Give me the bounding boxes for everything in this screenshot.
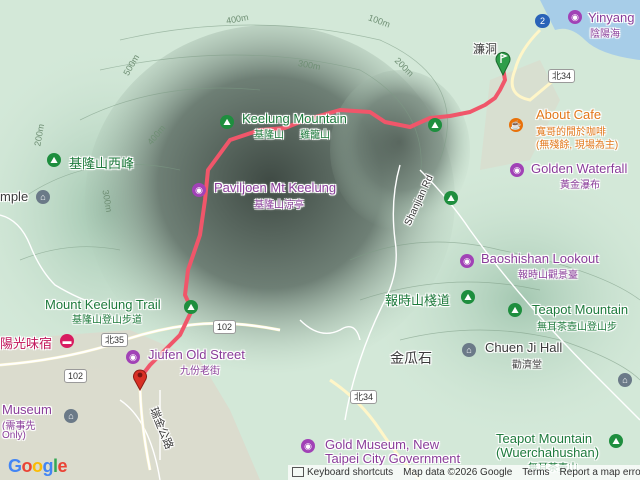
- camera-icon[interactable]: ◉: [510, 163, 524, 177]
- coffee-icon[interactable]: ☕: [509, 118, 523, 132]
- poi-teapot-mountain[interactable]: Teapot Mountain: [532, 302, 628, 317]
- poi-keelung-mountain-zh: 雞籠山: [300, 130, 330, 141]
- poi-temple-partial[interactable]: mple: [0, 189, 28, 204]
- poi-teapot-wuer[interactable]: Teapot Mountain: [496, 431, 592, 446]
- poi-pavilion-zh: 基隆山涼亭: [254, 200, 304, 211]
- terrain-layer: [0, 0, 640, 480]
- poi-baoshishan-trail[interactable]: 報時山棧道: [385, 290, 450, 309]
- keyboard-shortcuts-link[interactable]: Keyboard shortcuts: [292, 467, 393, 478]
- poi-chuen-ji-hall[interactable]: Chuen Ji Hall: [485, 340, 562, 355]
- camera-icon[interactable]: ◉: [460, 254, 474, 268]
- museum-icon[interactable]: ⌂: [64, 409, 78, 423]
- google-logo: Google: [8, 456, 68, 476]
- place-jinguashi[interactable]: 金瓜石: [390, 348, 432, 368]
- poi-museum-left[interactable]: Museum: [2, 402, 52, 417]
- camera-icon[interactable]: ◉: [568, 10, 582, 24]
- hiker-icon[interactable]: ⛰: [444, 191, 458, 205]
- red-location-pin-icon[interactable]: [132, 367, 148, 391]
- hiker-icon[interactable]: ⛰: [47, 153, 61, 167]
- poi-mount-keelung-trail-zh: 基隆山登山步道: [72, 315, 142, 326]
- poi-yinyang-zh: 陰陽海: [590, 29, 620, 40]
- poi-keelung-mountain[interactable]: Keelung Mountain: [242, 111, 347, 126]
- hiker-icon[interactable]: ⛰: [508, 303, 522, 317]
- poi-about-cafe[interactable]: About Cafe: [536, 107, 601, 122]
- route-2-shield: 2: [535, 14, 551, 28]
- hiker-icon[interactable]: ⛰: [428, 118, 442, 132]
- map-data-attribution: Map data ©2026 Google: [403, 467, 513, 478]
- map-canvas[interactable]: 100m 200m 300m 400m 500m 200m 300m 400m …: [0, 0, 640, 480]
- poi-keelung-mountain-zh-partial: 基隆山: [254, 130, 284, 141]
- poi-teapot-mountain-zh: 無耳茶壺山登山步: [537, 322, 617, 333]
- poi-museum-left-sub: Only): [2, 430, 26, 441]
- hiker-icon[interactable]: ⛰: [461, 290, 475, 304]
- landmark-icon[interactable]: ⌂: [462, 343, 476, 357]
- poi-gold-museum-line2: Taipei City Government: [325, 451, 461, 466]
- poi-jiufen-old-street-zh: 九份老街: [180, 366, 220, 377]
- keyboard-shortcuts-label: Keyboard shortcuts: [307, 467, 394, 478]
- landmark-icon[interactable]: ⌂: [618, 373, 632, 387]
- poi-jiufen-old-street[interactable]: Jiufen Old Street: [148, 347, 245, 362]
- camera-icon[interactable]: ◉: [126, 350, 140, 364]
- poi-teapot-wuer-line2: (Wuerchahushan): [496, 445, 600, 460]
- map-footer: Keyboard shortcuts Map data ©2026 Google…: [288, 465, 640, 480]
- poi-yang-guang[interactable]: 陽光味宿: [0, 333, 52, 352]
- keyboard-icon: [292, 467, 304, 478]
- bed-icon[interactable]: ▬: [60, 334, 74, 348]
- hiker-icon[interactable]: ⛰: [184, 300, 198, 314]
- road-shield-102: 102: [213, 320, 237, 334]
- road-shield-north34: 北34: [350, 390, 378, 404]
- report-map-error-link[interactable]: Report a map error: [560, 467, 640, 478]
- poi-yinyang[interactable]: Yinyang: [588, 10, 635, 25]
- poi-baoshishan-zh: 報時山觀景臺: [518, 270, 578, 281]
- hiker-icon[interactable]: ⛰: [609, 434, 623, 448]
- hiker-icon[interactable]: ⛰: [220, 115, 234, 129]
- poi-golden-waterfall[interactable]: Golden Waterfall: [531, 161, 627, 176]
- poi-mount-keelung-trail[interactable]: Mount Keelung Trail: [45, 297, 161, 312]
- poi-baoshishan-lookout[interactable]: Baoshishan Lookout: [481, 251, 599, 266]
- poi-keelung-west-peak[interactable]: 基隆山西峰: [69, 153, 134, 172]
- camera-icon[interactable]: ◉: [301, 439, 315, 453]
- road-shield-north34: 北34: [548, 69, 576, 83]
- poi-chuen-ji-hall-zh: 勸濟堂: [512, 360, 542, 371]
- road-shield-102: 102: [64, 369, 88, 383]
- terms-link[interactable]: Terms: [522, 467, 549, 478]
- camera-icon[interactable]: ◉: [192, 183, 206, 197]
- poi-pavilion[interactable]: Paviljoen Mt Keelung: [214, 180, 336, 195]
- landmark-icon[interactable]: ⌂: [36, 190, 50, 204]
- poi-about-cafe-note: (無殘餘, 現場為主): [536, 140, 619, 151]
- green-flag-pin-icon[interactable]: [494, 50, 512, 76]
- road-shield-north35: 北35: [101, 333, 129, 347]
- poi-gold-museum[interactable]: Gold Museum, New: [325, 437, 439, 452]
- poi-golden-waterfall-zh: 黃金瀑布: [560, 180, 600, 191]
